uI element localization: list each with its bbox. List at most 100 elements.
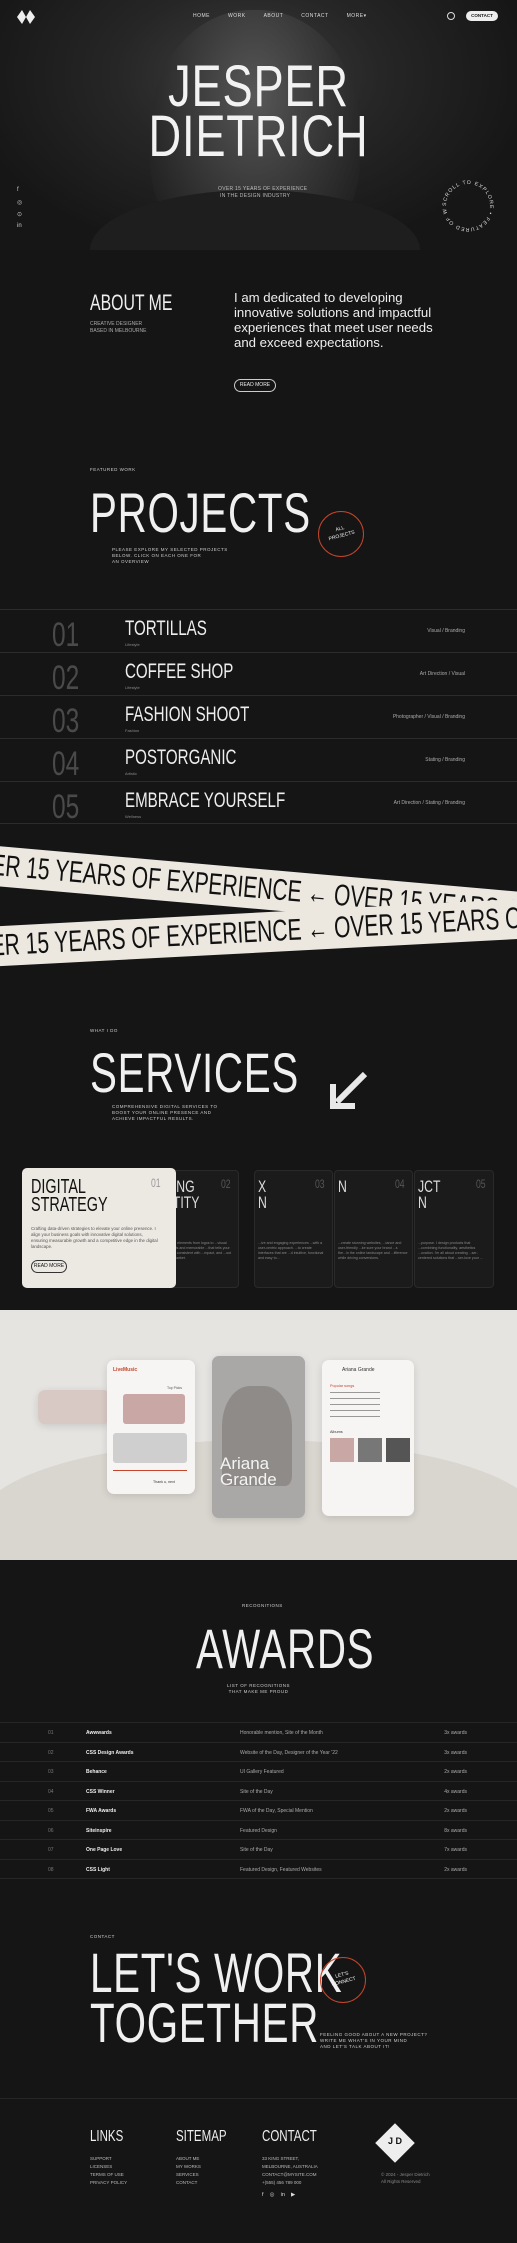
award-row[interactable]: 08 CSS Light Featured Design, Featured Web… xyxy=(0,1858,517,1879)
award-row[interactable]: 06 Siteinspire Featured Design 8x awards xyxy=(0,1819,517,1840)
service-main-number: 01 xyxy=(150,1176,161,1190)
projects-eyebrow: FEATURED WORK xyxy=(90,467,136,472)
service-main-title: DIGITAL STRATEGY xyxy=(31,1177,108,1215)
award-row[interactable]: 07 One Page Love Site of the Day 7x awards xyxy=(0,1839,517,1859)
service-card-web[interactable]: N 04 ...create stunning websites, ...tan… xyxy=(334,1170,413,1288)
awards-intro: LIST OF RECOGNITIONS THAT MAKE ME PROUD xyxy=(0,1683,517,1695)
awards-eyebrow: RECOGNITIONS xyxy=(242,1603,283,1608)
award-number: 03 xyxy=(48,1769,54,1775)
linkedin-icon[interactable]: in xyxy=(281,2192,285,2198)
about-read-more-button[interactable]: READ MORE xyxy=(234,379,276,392)
project-row[interactable]: 04 POSTORGANIC Artistic Stating / Brandi… xyxy=(0,738,517,783)
service-title-line2: N xyxy=(418,1193,427,1212)
award-count: 3x awards xyxy=(444,1749,467,1756)
footer-phone[interactable]: +(555) 456 789 000 xyxy=(262,2180,301,2185)
hero-title: JESPER DIETRICH xyxy=(0,58,517,166)
service-card-title: XN xyxy=(258,1178,267,1211)
footer-sitemap-about[interactable]: ABOUT ME xyxy=(176,2156,199,2161)
project-row[interactable]: 05 EMBRACE YOURSELF Wellness Art Directi… xyxy=(0,781,517,826)
site-logo-icon[interactable] xyxy=(17,10,35,24)
award-count: 3x awards xyxy=(444,1730,467,1736)
award-count: 2x awards xyxy=(444,1866,467,1873)
award-count: 8x awards xyxy=(444,1827,467,1834)
service-title-line2: N xyxy=(338,1177,347,1196)
instagram-icon[interactable]: ◎ xyxy=(17,199,22,206)
award-count: 2x awards xyxy=(444,1808,467,1814)
lets-connect-button[interactable]: LET'S CONNECT xyxy=(320,1957,366,2003)
footer-sitemap-services[interactable]: SERVICES xyxy=(176,2172,199,2177)
service-card-product[interactable]: JCT N 05 ...purpose. I design products th… xyxy=(414,1170,494,1288)
footer-link-licenses[interactable]: LICENSES xyxy=(90,2164,112,2169)
award-number: 05 xyxy=(48,1808,54,1814)
nav-about[interactable]: ABOUT xyxy=(264,13,284,19)
service-card-number: 02 xyxy=(220,1177,231,1191)
album-art xyxy=(123,1394,185,1424)
artist-name: Ariana Grande xyxy=(220,1455,277,1488)
facebook-icon[interactable]: f xyxy=(17,187,19,193)
footer-logo-letters: J D xyxy=(387,2136,402,2146)
dribbble-icon[interactable]: ⊙ xyxy=(17,211,22,218)
project-number: 02 xyxy=(52,659,80,697)
about-text: I am dedicated to developing innovative … xyxy=(234,290,433,350)
project-name: FASHION SHOOT xyxy=(125,703,250,726)
award-name: CSS Design Awards xyxy=(86,1749,134,1756)
project-category: Fashion xyxy=(125,728,140,733)
footer-sitemap-works[interactable]: MY WORKS xyxy=(176,2164,201,2169)
award-number: 01 xyxy=(48,1730,54,1736)
awards-intro-line2: THAT MAKE ME PROUD xyxy=(228,1689,289,1694)
award-desc: UI Gallery Featured xyxy=(240,1769,284,1775)
panel-title: Ariana Grande xyxy=(342,1367,375,1373)
project-row[interactable]: 01 TORTILLAS Lifestyle Visual / Branding xyxy=(0,609,517,654)
linkedin-icon[interactable]: in xyxy=(17,223,22,229)
footer-link-privacy[interactable]: PRIVACY POLICY xyxy=(90,2180,127,2185)
award-desc: Site of the Day xyxy=(240,1847,273,1853)
nav-work[interactable]: WORK xyxy=(228,13,246,19)
all-projects-label: ALL PROJECTS xyxy=(318,521,364,546)
albums-label: Albums xyxy=(330,1430,343,1434)
footer-link-support[interactable]: SUPPORT xyxy=(90,2156,112,2161)
song-list xyxy=(330,1392,380,1422)
project-row[interactable]: 03 FASHION SHOOT Fashion Photographer / … xyxy=(0,695,517,740)
instagram-icon[interactable]: ◎ xyxy=(270,2192,275,2198)
service-card-digital-strategy[interactable]: DIGITAL STRATEGY 01 Crafting data-driven… xyxy=(22,1168,176,1288)
contact-button[interactable]: CONTACT xyxy=(466,11,498,21)
nav-home[interactable]: HOME xyxy=(193,13,210,19)
footer-sitemap-contact[interactable]: CONTACT xyxy=(176,2180,197,2185)
contact-eyebrow: CONTACT xyxy=(90,1934,115,1939)
award-row[interactable]: 03 Behance UI Gallery Featured 2x awards xyxy=(0,1761,517,1781)
award-row[interactable]: 02 CSS Design Awards Website of the Day, D… xyxy=(0,1741,517,1762)
project-tags: Stating / Branding xyxy=(425,757,465,763)
theme-toggle-icon[interactable] xyxy=(447,12,455,20)
awards-heading-text: AWARDS xyxy=(196,1617,375,1680)
facebook-icon[interactable]: f xyxy=(262,2192,264,2198)
project-name: POSTORGANIC xyxy=(125,746,237,769)
services-intro-line3: ACHIEVE IMPACTFUL RESULTS. xyxy=(112,1116,194,1121)
app-name: LiveMusic xyxy=(113,1367,138,1373)
award-name: CSS Winner xyxy=(86,1788,115,1795)
top-picks-label: Top Picks xyxy=(167,1386,182,1390)
service-card-desc: ...ive and engaging experiences ...with … xyxy=(258,1241,324,1260)
service-card-ux[interactable]: XN 03 ...ive and engaging experiences ..… xyxy=(254,1170,333,1288)
project-name: EMBRACE YOURSELF xyxy=(125,789,286,812)
footer-copyright: © 2024 - Jesper Dietrich xyxy=(381,2172,430,2177)
service-card-number: 04 xyxy=(394,1177,405,1191)
service-card-number: 03 xyxy=(314,1177,325,1191)
all-projects-button[interactable]: ALL PROJECTS xyxy=(318,511,364,557)
footer-link-terms[interactable]: TERMS OF USE xyxy=(90,2172,124,2177)
footer-email[interactable]: CONTACT@MYSITE.COM xyxy=(262,2172,316,2177)
award-row[interactable]: 04 CSS Winner Site of the Day 4x awards xyxy=(0,1780,517,1801)
nav-more[interactable]: MORE▾ xyxy=(347,13,367,19)
youtube-icon[interactable]: ▶ xyxy=(291,2192,295,2198)
award-name: Behance xyxy=(86,1769,107,1775)
showcase-section: LiveMusic Top Picks Thank u, next Ariana… xyxy=(0,1310,517,1560)
projects-intro-line3: AN OVERVIEW xyxy=(112,559,150,564)
award-desc: Honorable mention, Site of the Month xyxy=(240,1730,323,1736)
project-row[interactable]: 02 COFFEE SHOP Lifestyle Art Direction /… xyxy=(0,652,517,697)
nav-contact[interactable]: CONTACT xyxy=(301,13,328,19)
award-row[interactable]: 05 FWA Awards FWA of the Day, Special Ment… xyxy=(0,1800,517,1820)
award-row[interactable]: 01 Awwwards Honorable mention, Site of the… xyxy=(0,1722,517,1742)
award-number: 07 xyxy=(48,1847,54,1853)
service-read-more-button[interactable]: READ MORE xyxy=(31,1260,67,1273)
scroll-badge[interactable]: SCROLL TO EXPLORE • FEATURED OF WORKS • xyxy=(438,176,498,236)
service-card-number: 05 xyxy=(475,1177,486,1191)
